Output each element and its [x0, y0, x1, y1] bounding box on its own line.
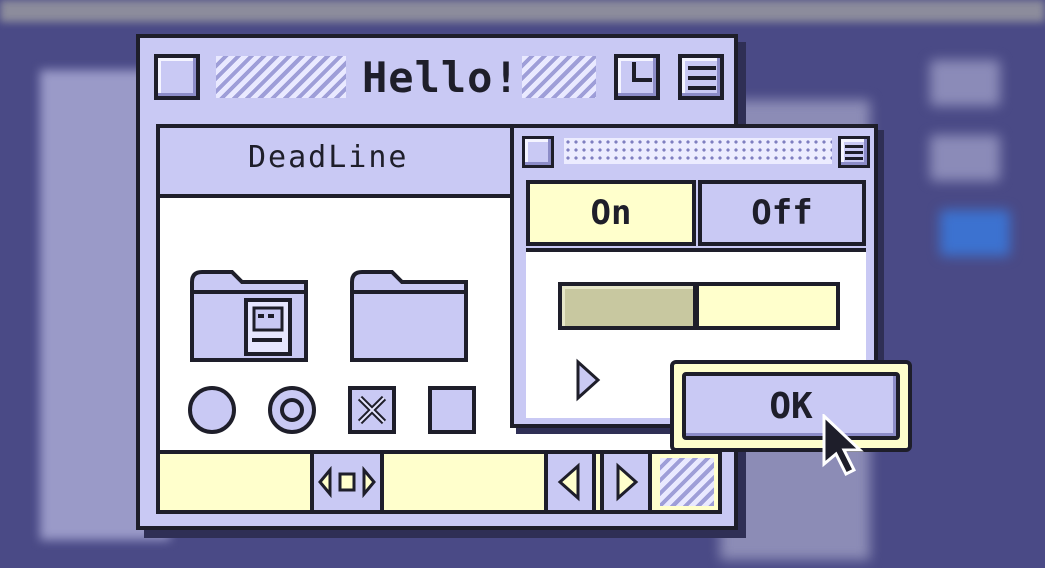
scroll-thumb[interactable]: [310, 454, 384, 510]
collapse-box-icon[interactable]: [678, 54, 724, 100]
title-bar[interactable]: Hello!: [140, 38, 734, 116]
close-box-icon[interactable]: [154, 54, 200, 100]
toggle-window-title-bar[interactable]: [514, 128, 874, 174]
scroll-left-arrow-icon[interactable]: [544, 454, 596, 510]
menu-bar: [0, 0, 1045, 22]
checkbox-checked[interactable]: [348, 386, 396, 434]
window-title: Hello!: [352, 48, 530, 108]
mouse-cursor-icon: [820, 412, 864, 480]
disclosure-triangle-icon[interactable]: [574, 358, 604, 402]
radio-button-selected[interactable]: [268, 386, 316, 434]
desktop-icon: [930, 60, 1000, 106]
toggle-on-button[interactable]: On: [526, 180, 696, 246]
title-stripes: [216, 56, 346, 98]
panel-title: DeadLine: [248, 140, 409, 175]
resize-grip-icon[interactable]: [660, 458, 714, 506]
folder-icon[interactable]: [348, 268, 472, 364]
collapse-box-icon[interactable]: [838, 136, 870, 168]
progress-slider[interactable]: [558, 282, 840, 330]
ok-button-frame: OK: [670, 360, 912, 452]
checkbox-unchecked[interactable]: [428, 386, 476, 434]
title-dots: [564, 138, 832, 164]
desktop-icon: [940, 210, 1010, 256]
title-stripes: [522, 56, 596, 98]
zoom-box-icon[interactable]: [614, 54, 660, 100]
scroll-right-arrow-icon[interactable]: [600, 454, 652, 510]
radio-button-unselected[interactable]: [188, 386, 236, 434]
slider-fill: [562, 286, 699, 326]
horizontal-scrollbar[interactable]: [156, 450, 722, 514]
desktop-icon: [930, 135, 1000, 181]
ok-button[interactable]: OK: [682, 372, 900, 440]
system-folder-icon[interactable]: [188, 268, 312, 364]
toggle-off-button[interactable]: Off: [698, 180, 866, 246]
close-box-icon[interactable]: [522, 136, 554, 168]
